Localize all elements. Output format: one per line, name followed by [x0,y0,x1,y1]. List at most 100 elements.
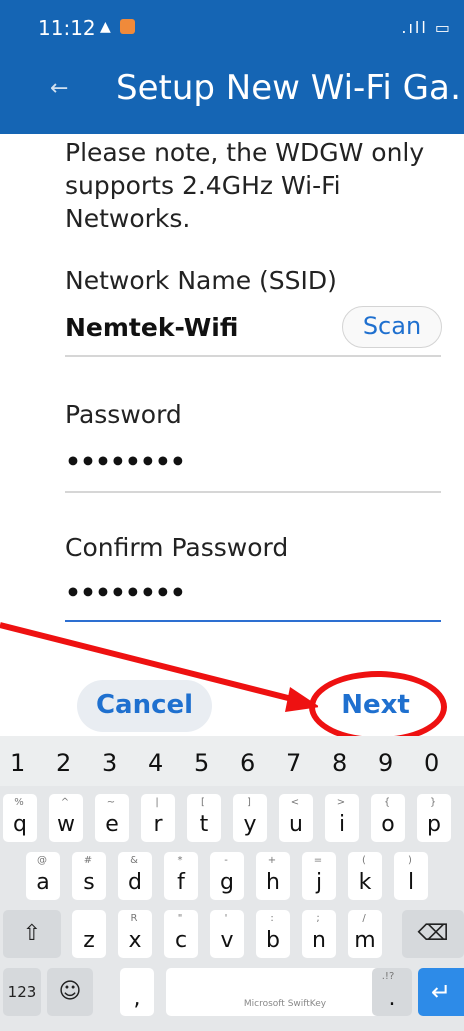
key-h[interactable]: + h [256,852,290,900]
alarm-icon: ▲ [100,19,111,35]
status-time: 11:12 [38,16,96,40]
key-m-label: m [354,928,376,953]
key-s-alt: # [83,855,93,866]
key-p[interactable]: } p [417,794,451,842]
key-g[interactable]: -g [210,852,244,900]
password-underline [65,491,441,493]
password-input[interactable]: •••••••• [65,447,186,476]
key-y-label: y [243,812,257,837]
key-j-alt: = [313,855,323,866]
key-r[interactable]: | r [141,794,175,842]
page-title: Setup New Wi-Fi Ga… [116,68,461,108]
key-a-label: a [36,870,50,895]
key-q-label: q [13,812,27,837]
comma-key[interactable]: , [120,968,154,1016]
key-d-label: d [128,870,142,895]
cancel-button[interactable]: Cancel [77,680,212,732]
key-v[interactable]: ' v [210,910,244,958]
back-arrow-icon[interactable]: ← [50,76,68,101]
key-1[interactable]: 1 [10,749,25,777]
status-bar: 11:12 ▲ .ıll ▭ [0,0,464,54]
key-f-alt: * [177,855,183,866]
key-4[interactable]: 4 [148,749,163,777]
key-x[interactable]: Rx [118,910,152,958]
key-d[interactable]: & d [118,852,152,900]
key-f-label: f [177,870,185,895]
key-j[interactable]: = j [302,852,336,900]
key-t-alt: [ [201,797,205,808]
key-2[interactable]: 2 [56,749,71,777]
notification-app-icon [120,19,135,34]
key-y-alt: ] [247,797,251,808]
ssid-underline [65,355,441,357]
enter-key[interactable]: ↵ [418,968,464,1016]
key-c-label: c [174,928,188,953]
key-b-label: b [266,928,280,953]
space-bar[interactable]: Microsoft SwiftKey [166,968,404,1016]
key-g-label: g [220,870,234,895]
key-w[interactable]: ^ w [49,794,83,842]
key-k[interactable]: (k [348,852,382,900]
key-u[interactable]: < u [279,794,313,842]
key-i-label: i [338,812,346,837]
key-7[interactable]: 7 [286,749,301,777]
key-h-label: h [266,870,280,895]
period-key-label: . [388,986,396,1011]
key-e-label: e [105,812,119,837]
key-w-alt: ^ [60,797,70,808]
key-e[interactable]: ~ e [95,794,129,842]
ssid-input[interactable]: Nemtek-Wifi [65,313,238,342]
key-z[interactable]: z [72,910,106,958]
key-l-alt: ) [408,855,412,866]
key-5[interactable]: 5 [194,749,209,777]
emoji-key[interactable]: ☺ [47,968,93,1016]
key-0[interactable]: 0 [424,749,439,777]
key-b[interactable]: :b [256,910,290,958]
key-o-label: o [381,812,395,837]
key-m-alt: / [362,913,366,924]
key-s-label: s [83,870,95,895]
key-a[interactable]: @ a [26,852,60,900]
key-l[interactable]: ) l [394,852,428,900]
key-3[interactable]: 3 [102,749,117,777]
keyboard-number-row: 1 2 3 4 5 6 7 8 9 0 [0,736,464,786]
key-f[interactable]: * f [164,852,198,900]
scan-button[interactable]: Scan [342,306,442,348]
backspace-key[interactable]: ⌫ [402,910,464,958]
key-y[interactable]: ] y [233,794,267,842]
key-p-alt: } [429,797,437,808]
key-m[interactable]: / m [348,910,382,958]
key-t-label: t [199,812,209,837]
key-q-alt: % [14,797,24,808]
key-n[interactable]: ; n [302,910,336,958]
confirm-password-input[interactable]: •••••••• [65,578,186,607]
wifi-note: Please note, the WDGW only supports 2.4G… [65,138,425,233]
key-j-label: j [315,870,323,895]
key-b-alt: : [270,913,274,924]
shift-key[interactable]: ⇧ [3,910,61,958]
key-9[interactable]: 9 [378,749,393,777]
key-c[interactable]: " c [164,910,198,958]
key-s[interactable]: # s [72,852,106,900]
key-c-alt: " [177,913,183,924]
period-key-alt: .!? [381,971,395,982]
key-x-label: x [128,928,142,953]
password-label: Password [65,400,182,429]
period-key[interactable]: .!?. [372,968,412,1016]
key-v-label: v [220,928,234,953]
key-k-alt: ( [362,855,366,866]
key-w-label: w [57,812,75,837]
key-6[interactable]: 6 [240,749,255,777]
key-i[interactable]: > i [325,794,359,842]
key-z-label: z [83,928,95,953]
key-g-alt: - [224,855,228,866]
key-t[interactable]: [t [187,794,221,842]
key-a-alt: @ [37,855,47,866]
phone-screen: 11:12 ▲ .ıll ▭ ← Setup New Wi-Fi Ga… Ple… [0,0,464,1031]
key-o[interactable]: {o [371,794,405,842]
key-8[interactable]: 8 [332,749,347,777]
numbers-key[interactable]: 123 [3,968,41,1016]
key-p-label: p [427,812,441,837]
key-x-alt: R [130,913,138,924]
key-q[interactable]: % q [3,794,37,842]
